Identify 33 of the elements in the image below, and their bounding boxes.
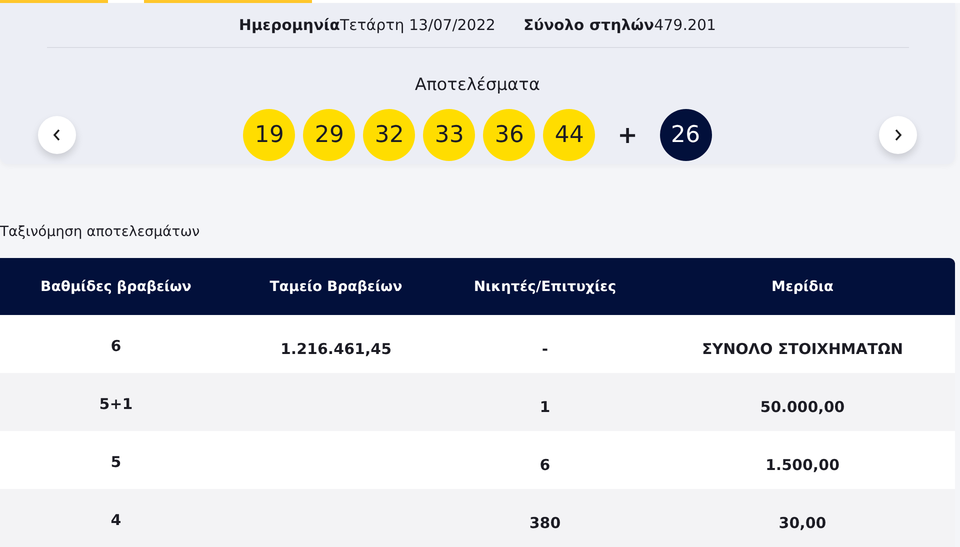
total-columns: Σύνολο στηλών479.201 — [523, 16, 716, 34]
bonus-ball: 26 — [660, 109, 712, 161]
number-ball: 32 — [363, 109, 416, 161]
chevron-right-icon — [894, 129, 902, 141]
column-header: Βαθμίδες βραβείων — [40, 278, 192, 294]
table-cell-text: 1.216.461,45 — [279, 339, 393, 358]
table-cell-text: 50.000,00 — [759, 397, 846, 416]
table-cell-text: 5+1 — [98, 394, 134, 413]
number-ball: 29 — [303, 109, 356, 161]
number-ball: 19 — [243, 109, 296, 161]
table-cell-text: 1.500,00 — [764, 455, 841, 474]
table-cell-text: 5 — [110, 452, 122, 471]
next-button[interactable] — [878, 116, 917, 154]
table-cell-text: 6 — [538, 455, 552, 474]
results-title: Αποτελέσματα — [414, 75, 540, 95]
table-cell-text: - — [540, 339, 550, 358]
sort-label: Ταξινόμηση αποτελεσμάτων — [0, 224, 201, 241]
number-ball: 33 — [423, 109, 476, 161]
column-header: Νικητές/Επιτυχίες — [472, 278, 618, 294]
table-cell-text: ΣΥΝΟΛΟ ΣΤΟΙΧΗΜΑΤΩΝ — [701, 339, 904, 358]
number-ball: 36 — [483, 109, 536, 161]
column-header: Ταμείο Βραβείων — [268, 278, 404, 294]
previous-button[interactable] — [38, 116, 76, 154]
table-cell-text: 4 — [110, 510, 122, 529]
table-cell-text: 30,00 — [778, 513, 828, 532]
column-header: Μερίδια — [770, 278, 834, 294]
table-cell-text: 380 — [528, 513, 562, 532]
plus-sign: + — [617, 121, 638, 149]
number-ball: 44 — [543, 109, 596, 161]
table-cell-text: 6 — [110, 336, 122, 355]
table-cell-text: 1 — [538, 397, 552, 416]
chevron-left-icon — [53, 129, 61, 141]
draw-date: ΗμερομηνίαΤετάρτη 13/07/2022 — [238, 16, 496, 34]
